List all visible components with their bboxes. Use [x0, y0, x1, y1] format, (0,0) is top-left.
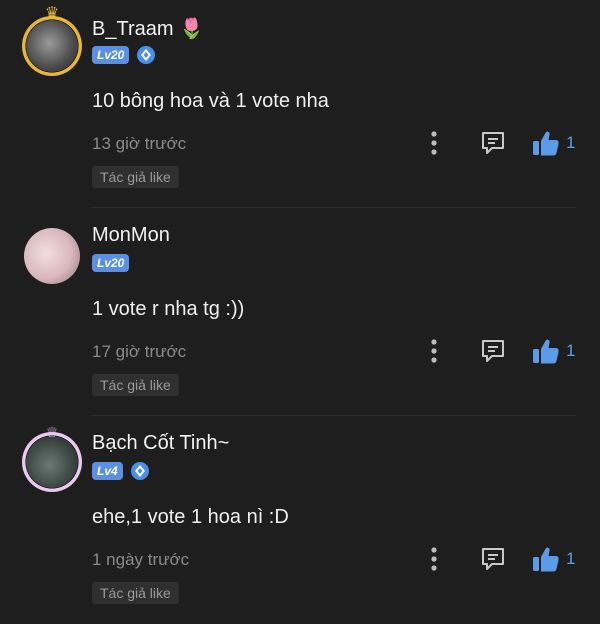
username[interactable]: B_Traam 🌷	[92, 16, 204, 41]
thumbs-up-icon[interactable]	[532, 130, 560, 156]
username[interactable]: Bạch Cốt Tinh~	[92, 432, 229, 455]
username-text: MonMon	[92, 224, 170, 246]
level-badge: Lv20	[92, 46, 130, 64]
level-badge: Lv4	[92, 462, 123, 480]
comment-time: 13 giờ trước	[92, 134, 187, 153]
comment-actions: 1	[420, 336, 590, 366]
author-like-badge: Tác giả like	[92, 582, 179, 604]
comment-text: ehe,1 vote 1 hoa nì :D	[92, 506, 289, 528]
comment-actions: 1	[420, 544, 590, 574]
more-vertical-icon[interactable]	[429, 130, 439, 156]
username-text: B_Traam	[92, 18, 174, 40]
badges: Lv4	[92, 462, 149, 480]
username[interactable]: MonMon	[92, 224, 170, 247]
comment-item: ♛ B_Traam 🌷 Lv20 10 bông hoa và 1 vote n…	[0, 0, 600, 208]
level-badge: Lv20	[92, 254, 130, 272]
avatar-image	[24, 228, 80, 284]
avatar[interactable]	[22, 224, 82, 284]
verified-icon	[130, 462, 149, 480]
author-like-badge: Tác giả like	[92, 166, 179, 188]
comment-item: ♕ Bạch Cốt Tinh~ Lv4 ehe,1 vote 1 hoa nì…	[0, 416, 600, 624]
badges: Lv20	[92, 46, 156, 64]
like-count: 1	[566, 341, 576, 360]
author-like-badge: Tác giả like	[92, 374, 179, 396]
comment-time: 17 giờ trước	[92, 342, 187, 361]
verified-icon	[137, 46, 156, 64]
thumbs-up-icon[interactable]	[532, 338, 560, 364]
thumbs-up-icon[interactable]	[532, 546, 560, 572]
comment-text: 10 bông hoa và 1 vote nha	[92, 90, 329, 112]
reply-icon[interactable]	[480, 547, 506, 571]
more-vertical-icon[interactable]	[429, 546, 439, 572]
avatar[interactable]: ♕	[22, 424, 82, 492]
avatar-image	[26, 20, 78, 72]
comment-time: 1 ngày trước	[92, 550, 190, 569]
comment-list: ♛ B_Traam 🌷 Lv20 10 bông hoa và 1 vote n…	[0, 0, 600, 624]
tiara-icon: ♕	[45, 424, 59, 440]
crown-icon: ♛	[44, 5, 60, 22]
more-vertical-icon[interactable]	[429, 338, 439, 364]
comment-actions: 1	[420, 128, 590, 158]
avatar-image	[26, 436, 78, 488]
avatar[interactable]: ♛	[22, 6, 82, 76]
reply-icon[interactable]	[480, 131, 506, 155]
comment-text: 1 vote r nha tg :))	[92, 298, 245, 320]
badges: Lv20	[92, 254, 130, 272]
like-count: 1	[566, 133, 576, 152]
like-count: 1	[566, 549, 576, 568]
comment-item: MonMon Lv20 1 vote r nha tg :)) 17 giờ t…	[0, 208, 600, 416]
tulip-icon: 🌷	[179, 18, 204, 40]
reply-icon[interactable]	[480, 339, 506, 363]
username-text: Bạch Cốt Tinh~	[92, 432, 230, 454]
